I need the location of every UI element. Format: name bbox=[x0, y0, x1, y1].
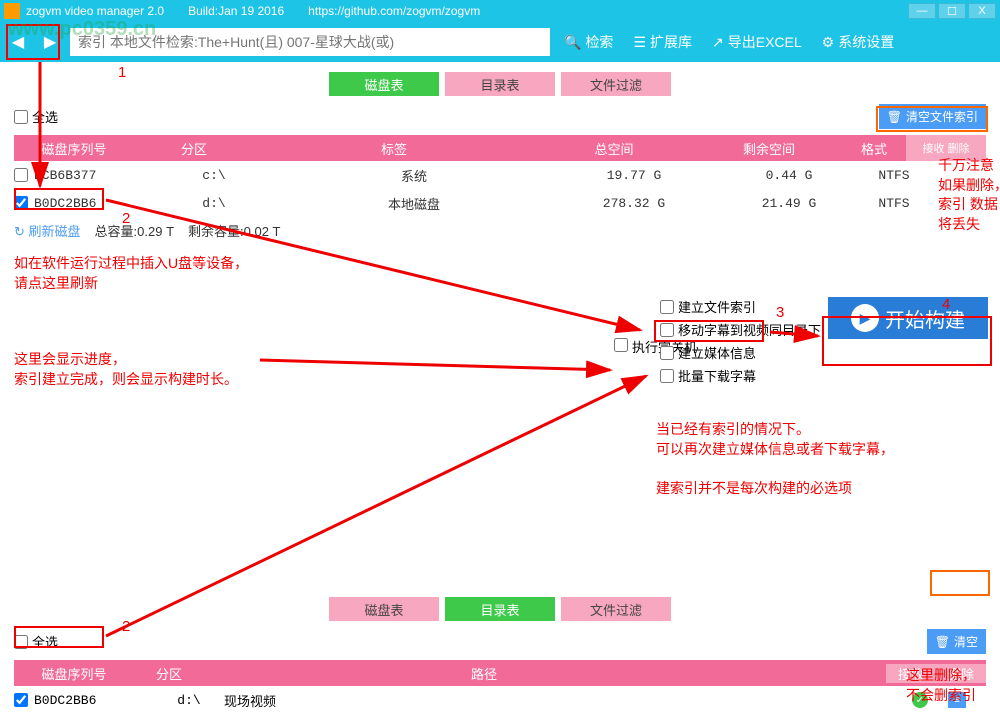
toolbar: ◀ ▶ 🔍检索 ☰扩展库 ↗导出EXCEL ⚙系统设置 bbox=[0, 22, 1000, 62]
check-media-info[interactable]: 建立媒体信息 bbox=[660, 343, 821, 362]
select-all-bottom[interactable]: 全选 bbox=[14, 632, 58, 651]
cell-path: 现场视频 bbox=[224, 691, 784, 710]
th2-del: 删除 bbox=[936, 664, 986, 683]
cell-fmt: NTFS bbox=[864, 168, 924, 183]
top-tabs: 磁盘表 目录表 文件过滤 bbox=[0, 72, 1000, 96]
select-all-top[interactable]: 全选 bbox=[14, 107, 58, 126]
row-menu-icon[interactable]: ≡ bbox=[948, 692, 966, 708]
tab-dir[interactable]: 目录表 bbox=[445, 72, 555, 96]
ok-icon: ✓ bbox=[912, 692, 928, 708]
row-checkbox[interactable] bbox=[14, 196, 28, 210]
bottom-tabs: 磁盘表 目录表 文件过滤 bbox=[0, 597, 1000, 621]
cell-label: 系统 bbox=[274, 166, 554, 185]
export-excel-button[interactable]: ↗导出EXCEL bbox=[706, 28, 808, 56]
tab-filter[interactable]: 文件过滤 bbox=[561, 72, 671, 96]
disk-row[interactable]: B0DC2BB6 d:\ 本地磁盘 278.32 G 21.49 G NTFS bbox=[0, 189, 1000, 217]
cell-fmt: NTFS bbox=[864, 196, 924, 211]
refresh-icon: ↻ bbox=[14, 224, 25, 240]
tab-disk-b[interactable]: 磁盘表 bbox=[329, 597, 439, 621]
start-build-label: 开始构建 bbox=[885, 304, 965, 333]
search-input[interactable] bbox=[70, 28, 550, 56]
close-button[interactable]: X bbox=[968, 3, 996, 19]
back-icon[interactable]: ◀ bbox=[6, 30, 30, 54]
cell-serial: B0DC2BB6 bbox=[34, 196, 154, 211]
play-icon: ▶ bbox=[851, 304, 879, 332]
cell-serial: B0DC2BB6 bbox=[34, 693, 154, 708]
build-label: Build:Jan 19 2016 bbox=[188, 4, 284, 18]
minimize-button[interactable]: — bbox=[908, 3, 936, 19]
title-bar: zogvm video manager 2.0 Build:Jan 19 201… bbox=[0, 0, 1000, 22]
trash-icon: 🗑 bbox=[935, 635, 950, 649]
total-capacity: 总容量:0.29 T bbox=[95, 221, 174, 240]
trash-icon: 🗑 bbox=[887, 110, 902, 124]
cell-total: 19.77 G bbox=[554, 168, 714, 183]
forward-icon[interactable]: ▶ bbox=[38, 30, 62, 54]
row-checkbox[interactable] bbox=[14, 168, 28, 182]
gear-icon: ⚙ bbox=[822, 34, 835, 51]
th-serial: 磁盘序列号 bbox=[14, 139, 134, 158]
th-part: 分区 bbox=[134, 139, 254, 158]
th2-part: 分区 bbox=[134, 664, 204, 683]
cell-serial: ECB6B377 bbox=[34, 168, 154, 183]
cell-total: 278.32 G bbox=[554, 196, 714, 211]
dir-table-header: 磁盘序列号 分区 路径 接收 删除 bbox=[14, 660, 986, 686]
cell-part: d:\ bbox=[154, 196, 274, 211]
search-button[interactable]: 🔍检索 bbox=[558, 28, 619, 56]
th2-serial: 磁盘序列号 bbox=[14, 664, 134, 683]
th-free: 剩余空间 bbox=[694, 139, 844, 158]
row-checkbox[interactable] bbox=[14, 693, 28, 707]
check-move-sub[interactable]: 移动字幕到视频同目录下 bbox=[660, 320, 821, 339]
th-fmt: 格式 bbox=[844, 139, 904, 158]
search-icon: 🔍 bbox=[564, 34, 581, 51]
app-icon bbox=[4, 3, 20, 19]
cell-part: c:\ bbox=[154, 168, 274, 183]
th-tail: 接收 删除 bbox=[906, 135, 986, 161]
start-build-button[interactable]: ▶ 开始构建 bbox=[828, 297, 988, 339]
cell-part: d:\ bbox=[154, 693, 224, 708]
build-options: 建立文件索引 移动字幕到视频同目录下 建立媒体信息 批量下载字幕 bbox=[660, 297, 821, 389]
clear-button[interactable]: 🗑清空 bbox=[927, 629, 986, 654]
disk-row[interactable]: ECB6B377 c:\ 系统 19.77 G 0.44 G NTFS bbox=[0, 161, 1000, 189]
clear-index-button[interactable]: 🗑清空文件索引 bbox=[879, 104, 986, 129]
dir-row[interactable]: B0DC2BB6 d:\ 现场视频 ✓ ≡ bbox=[0, 686, 1000, 714]
export-icon: ↗ bbox=[712, 34, 724, 51]
app-title: zogvm video manager 2.0 bbox=[26, 4, 164, 18]
free-capacity: 剩余容量:0.02 T bbox=[188, 221, 280, 240]
th2-recv: 接收 bbox=[886, 664, 936, 683]
check-build-index[interactable]: 建立文件索引 bbox=[660, 297, 821, 316]
th-total: 总空间 bbox=[534, 139, 694, 158]
th2-path: 路径 bbox=[204, 664, 764, 683]
cell-label: 本地磁盘 bbox=[274, 194, 554, 213]
disk-table-header: 磁盘序列号 分区 标签 总空间 剩余空间 格式 接收 删除 bbox=[14, 135, 986, 161]
tab-filter-b[interactable]: 文件过滤 bbox=[561, 597, 671, 621]
cell-free: 21.49 G bbox=[714, 196, 864, 211]
tab-disk[interactable]: 磁盘表 bbox=[329, 72, 439, 96]
repo-url: https://github.com/zogvm/zogvm bbox=[308, 4, 480, 18]
maximize-button[interactable]: ☐ bbox=[938, 3, 966, 19]
list-icon: ☰ bbox=[633, 34, 646, 51]
extend-lib-button[interactable]: ☰扩展库 bbox=[627, 28, 698, 56]
th-label: 标签 bbox=[254, 139, 534, 158]
settings-button[interactable]: ⚙系统设置 bbox=[816, 28, 901, 56]
refresh-disk-button[interactable]: ↻ 刷新磁盘 bbox=[14, 221, 81, 240]
check-download-sub[interactable]: 批量下载字幕 bbox=[660, 366, 821, 385]
cell-free: 0.44 G bbox=[714, 168, 864, 183]
tab-dir-b[interactable]: 目录表 bbox=[445, 597, 555, 621]
